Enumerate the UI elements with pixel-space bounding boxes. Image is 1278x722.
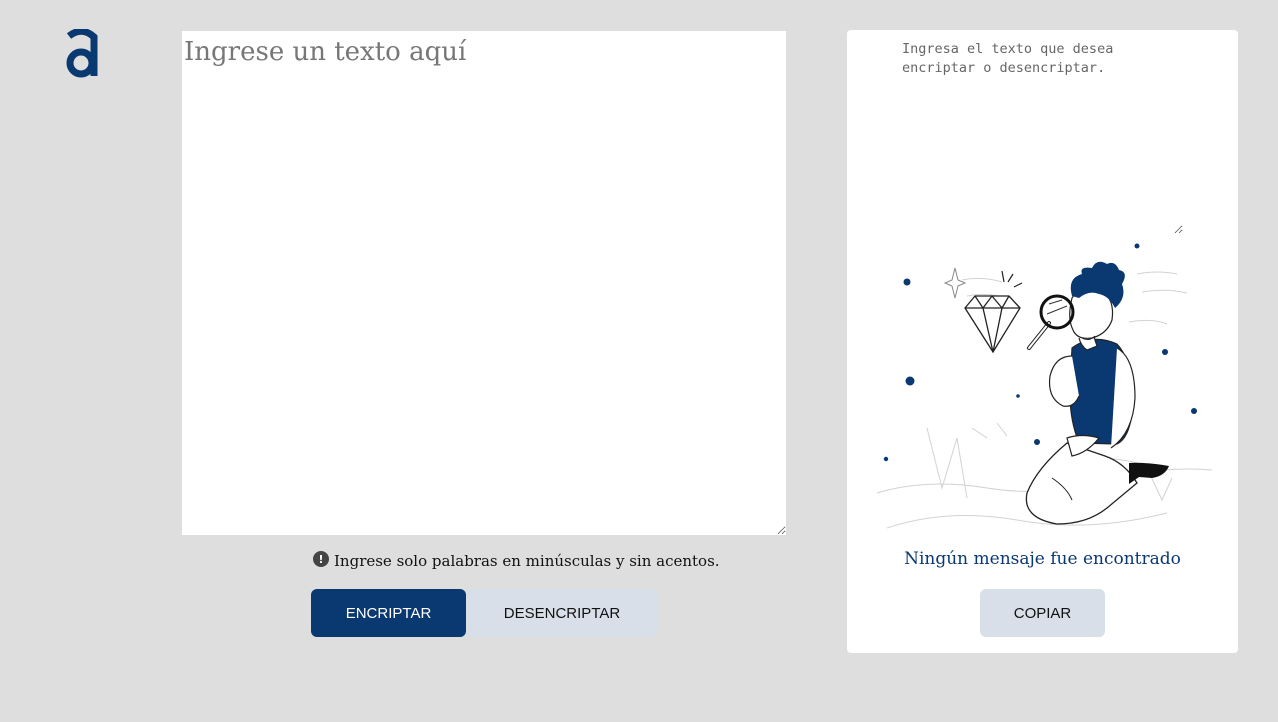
input-hint: ! Ingrese solo palabras en minúsculas y … [313, 551, 720, 570]
encrypt-button[interactable]: ENCRIPTAR [311, 589, 466, 637]
logo-icon [66, 29, 98, 78]
decrypt-button[interactable]: DESENCRIPTAR [466, 589, 658, 637]
output-panel: Ningún mensaje fue encontrado COPIAR [847, 30, 1238, 653]
exclamation-circle-icon: ! [313, 551, 329, 567]
hint-text: Ingrese solo palabras en minúsculas y si… [334, 552, 720, 570]
output-textarea[interactable] [902, 40, 1183, 234]
no-message-text: Ningún mensaje fue encontrado [904, 549, 1181, 569]
person-with-magnifier-illustration [876, 243, 1213, 529]
copy-button[interactable]: COPIAR [980, 589, 1105, 637]
text-input[interactable] [182, 31, 786, 535]
